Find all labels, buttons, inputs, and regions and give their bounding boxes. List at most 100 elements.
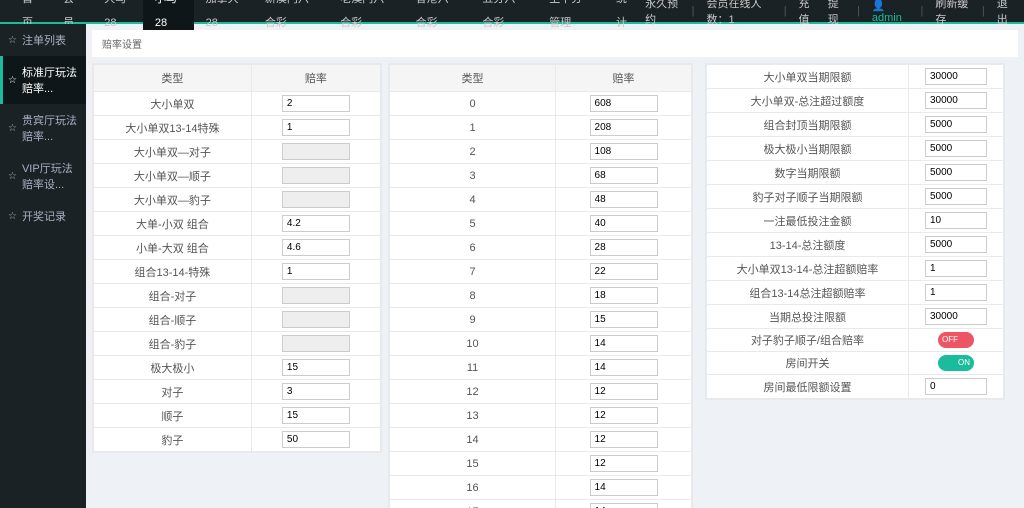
sidebar-item-label: 标准厅玩法赔率... bbox=[22, 64, 78, 96]
star-icon: ☆ bbox=[8, 75, 17, 86]
limit-input[interactable] bbox=[925, 68, 987, 85]
rate-input[interactable] bbox=[590, 287, 658, 304]
rate-input[interactable] bbox=[282, 359, 350, 376]
rate-input bbox=[282, 287, 350, 304]
rate-input[interactable] bbox=[590, 95, 658, 112]
table-row: 豹子对子顺子当期限额 bbox=[707, 185, 1004, 209]
rate-input bbox=[282, 335, 350, 352]
limit-input[interactable] bbox=[925, 92, 987, 109]
limit-input[interactable] bbox=[925, 140, 987, 157]
table-row: 组合封顶当期限额 bbox=[707, 113, 1004, 137]
rate-input bbox=[282, 167, 350, 184]
limit-input[interactable] bbox=[925, 164, 987, 181]
limit-input[interactable] bbox=[925, 308, 987, 325]
table-row: 5 bbox=[390, 212, 692, 236]
row-label: 组合-顺子 bbox=[94, 308, 252, 332]
limit-input[interactable] bbox=[925, 260, 987, 277]
table-row: 大小单双—对子 bbox=[94, 140, 381, 164]
col-type: 类型 bbox=[94, 65, 252, 92]
rate-input[interactable] bbox=[282, 407, 350, 424]
limit-input[interactable] bbox=[925, 188, 987, 205]
row-label: 一注最低投注金额 bbox=[707, 209, 909, 233]
sidebar-item[interactable]: ☆ 贵宾厅玩法赔率... bbox=[0, 104, 86, 152]
sidebar-item[interactable]: ☆开奖记录 bbox=[0, 200, 86, 232]
rate-input[interactable] bbox=[590, 311, 658, 328]
rate-input[interactable] bbox=[590, 383, 658, 400]
row-label: 大小单双-总注超过额度 bbox=[707, 89, 909, 113]
table-row: 13 bbox=[390, 404, 692, 428]
sidebar-item[interactable]: ☆VIP厅玩法赔率设... bbox=[0, 152, 86, 200]
breadcrumb: 赔率设置 bbox=[92, 30, 1018, 57]
row-label: 7 bbox=[390, 260, 556, 284]
rate-input[interactable] bbox=[590, 239, 658, 256]
limit-input[interactable] bbox=[925, 236, 987, 253]
rate-input[interactable] bbox=[590, 503, 658, 508]
rate-input[interactable] bbox=[590, 407, 658, 424]
rate-input[interactable] bbox=[590, 455, 658, 472]
rate-input[interactable] bbox=[590, 167, 658, 184]
row-label: 组合-对子 bbox=[94, 284, 252, 308]
row-label: 16 bbox=[390, 476, 556, 500]
row-label: 3 bbox=[390, 164, 556, 188]
sidebar-item[interactable]: ☆ 标准厅玩法赔率... bbox=[0, 56, 86, 104]
star-icon: ☆ bbox=[8, 123, 17, 134]
rate-input[interactable] bbox=[590, 143, 658, 160]
table-row: 大小单双-总注超过额度 bbox=[707, 89, 1004, 113]
row-label: 极大极小当期限额 bbox=[707, 137, 909, 161]
rate-input[interactable] bbox=[590, 431, 658, 448]
recharge-link[interactable]: 充值 bbox=[799, 0, 816, 27]
row-label: 大小单双13-14-总注超额赔率 bbox=[707, 257, 909, 281]
table-row: 大小单双当期限额 bbox=[707, 65, 1004, 89]
row-label: 组合13-14总注超额赔率 bbox=[707, 281, 909, 305]
nav-right: 永久预约 | 会员在线人数：1 | 充值 提现 | 👤 admin | 刷新缓存… bbox=[645, 0, 1014, 27]
toggle-switch[interactable]: ON bbox=[938, 355, 974, 371]
rate-input[interactable] bbox=[282, 263, 350, 280]
rate-input[interactable] bbox=[282, 239, 350, 256]
rate-input[interactable] bbox=[590, 479, 658, 496]
limit-input[interactable] bbox=[925, 212, 987, 229]
rate-input[interactable] bbox=[282, 95, 350, 112]
rate-input[interactable] bbox=[590, 335, 658, 352]
rate-input bbox=[282, 191, 350, 208]
row-label: 豹子对子顺子当期限额 bbox=[707, 185, 909, 209]
rate-input[interactable] bbox=[590, 359, 658, 376]
withdraw-link[interactable]: 提现 bbox=[828, 0, 845, 27]
table-row: 1 bbox=[390, 116, 692, 140]
row-label: 大小单双—豹子 bbox=[94, 188, 252, 212]
refresh-link[interactable]: 刷新缓存 bbox=[935, 0, 970, 27]
limit-input[interactable] bbox=[925, 378, 987, 395]
table-row: 12 bbox=[390, 380, 692, 404]
rate-input[interactable] bbox=[590, 119, 658, 136]
table-row: 组合-对子 bbox=[94, 284, 381, 308]
row-label: 组合13-14-特殊 bbox=[94, 260, 252, 284]
rate-input[interactable] bbox=[282, 215, 350, 232]
sidebar-item[interactable]: ☆注单列表 bbox=[0, 24, 86, 56]
row-label: 组合-豹子 bbox=[94, 332, 252, 356]
perm-link[interactable]: 永久预约 bbox=[645, 0, 680, 27]
col-type: 类型 bbox=[390, 65, 556, 92]
col-rate: 赔率 bbox=[556, 65, 692, 92]
sidebar-item-label: 贵宾厅玩法赔率... bbox=[22, 112, 78, 144]
table-row: 组合-豹子 bbox=[94, 332, 381, 356]
table-row: 大单-小双 组合 bbox=[94, 212, 381, 236]
rate-input[interactable] bbox=[282, 383, 350, 400]
limit-input[interactable] bbox=[925, 116, 987, 133]
admin-user[interactable]: 👤 admin bbox=[872, 0, 909, 24]
rate-input[interactable] bbox=[590, 263, 658, 280]
logout-link[interactable]: 退出 bbox=[997, 0, 1014, 27]
table-row: 15 bbox=[390, 452, 692, 476]
table-row: 组合-顺子 bbox=[94, 308, 381, 332]
limit-input[interactable] bbox=[925, 284, 987, 301]
toggle-switch[interactable]: OFF bbox=[938, 332, 974, 348]
rate-input[interactable] bbox=[282, 119, 350, 136]
row-label: 房间开关 bbox=[707, 352, 909, 375]
row-label: 大小单双当期限额 bbox=[707, 65, 909, 89]
table-row: 4 bbox=[390, 188, 692, 212]
rate-input[interactable] bbox=[282, 431, 350, 448]
row-label: 大小单双13-14特殊 bbox=[94, 116, 252, 140]
rate-input[interactable] bbox=[590, 191, 658, 208]
table-row: 房间开关 ON bbox=[707, 352, 1004, 375]
rate-input[interactable] bbox=[590, 215, 658, 232]
table-row: 大小单双13-14特殊 bbox=[94, 116, 381, 140]
sidebar-item-label: 注单列表 bbox=[22, 32, 66, 48]
